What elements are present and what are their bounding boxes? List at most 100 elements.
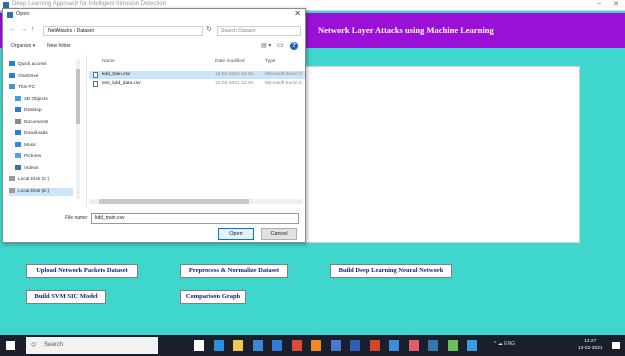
mail-icon[interactable]	[272, 340, 282, 351]
clock[interactable]: 14:27 13-02-2021	[578, 338, 603, 352]
task-view-icon[interactable]	[194, 340, 204, 351]
csv-file-icon	[93, 81, 98, 87]
horizontal-scrollbar[interactable]	[89, 199, 303, 204]
taskbar-search-placeholder: Search	[44, 342, 64, 348]
comparison-graph-button[interactable]: Comparison Graph	[180, 290, 246, 304]
app-icon[interactable]	[389, 340, 399, 351]
column-header-date[interactable]: Date modified	[215, 59, 245, 64]
pictures-icon	[15, 153, 21, 159]
filename-input[interactable]: kdd_train.csv	[91, 213, 299, 224]
photos-icon[interactable]	[408, 340, 419, 351]
new-folder-button[interactable]: New folder	[47, 43, 71, 49]
scrollbar-thumb[interactable]	[99, 199, 249, 204]
desktop-icon	[15, 107, 21, 113]
open-button[interactable]: Open	[218, 228, 254, 240]
help-icon[interactable]: ?	[290, 42, 298, 50]
sidebar-item[interactable]: Quick access	[9, 61, 47, 69]
sidebar-item-label: Pictures	[24, 154, 42, 159]
sidebar-item-label: Quick access	[18, 62, 47, 67]
filename-row: File name: kdd_train.csv	[3, 213, 305, 225]
taskbar-search-input[interactable]: ○ Search	[26, 337, 158, 354]
notification-icon[interactable]	[612, 342, 620, 349]
sidebar-item-label: OneDrive	[18, 73, 39, 79]
file-type: Microsoft Excel C	[265, 81, 303, 86]
file-name: kdd_train.csv	[102, 72, 131, 77]
sidebar-item-label: Local Disk (E:)	[18, 188, 50, 194]
app-window-title: Deep Learning Approach for Intelligent I…	[12, 1, 167, 7]
sidebar-item[interactable]: Downloads	[15, 130, 48, 138]
cube-icon	[15, 95, 21, 101]
up-arrow-icon[interactable]: ↑	[31, 26, 35, 33]
clock-time: 14:27	[584, 339, 597, 344]
column-header-type[interactable]: Type	[265, 59, 275, 64]
sidebar-item[interactable]: 3D Objects	[15, 95, 48, 104]
organize-menu[interactable]: Organize ▾	[11, 43, 35, 49]
build-dnn-button[interactable]: Build Deep Learning Neural Network	[330, 264, 452, 278]
sidebar-item[interactable]: Local Disk (C:)	[9, 176, 49, 184]
firefox-icon[interactable]	[311, 340, 321, 351]
cloud-icon	[9, 72, 15, 78]
preview-pane-icon[interactable]: ▭	[277, 41, 284, 49]
sidebar-item-label: Local Disk (C:)	[18, 177, 50, 182]
dialog-toolbar: Organize ▾ New folder ▤ ▾ ▭ ?	[3, 41, 305, 53]
dialog-title: Open	[16, 11, 30, 17]
search-icon: ○	[31, 339, 37, 349]
computer-icon	[9, 84, 15, 90]
chrome-icon[interactable]	[291, 340, 302, 351]
sidebar-item[interactable]: OneDrive	[9, 72, 39, 81]
windows-start-icon[interactable]	[6, 341, 15, 350]
app-icon[interactable]	[447, 340, 458, 351]
close-icon[interactable]: ✕	[613, 0, 619, 8]
sidebar-item[interactable]: This PC	[9, 84, 35, 92]
app-icon[interactable]	[467, 340, 477, 351]
address-bar[interactable]: NetAttacks › Dataset	[43, 26, 203, 36]
page-title: Network Layer Attacks using Machine Lear…	[318, 25, 494, 35]
word-icon[interactable]	[350, 340, 360, 351]
file-row[interactable]: kdd_train.csv 12-02-2021 12:48 Microsoft…	[89, 71, 305, 79]
upload-dataset-button[interactable]: Upload Network Packets Dataset	[26, 264, 138, 278]
sidebar-item[interactable]: Local Disk (E:)	[9, 187, 73, 196]
edge-icon[interactable]	[213, 340, 224, 351]
forward-arrow-icon[interactable]: →	[20, 26, 27, 33]
cancel-button[interactable]: Cancel	[261, 228, 297, 240]
sidebar-item-label: Desktop	[24, 108, 42, 113]
star-icon	[9, 61, 15, 67]
filename-label: File name:	[65, 215, 89, 221]
view-options-icon[interactable]: ▤ ▾	[261, 42, 271, 49]
file-date: 12-02-2021 12:49	[215, 81, 253, 86]
sidebar-item[interactable]: Music	[15, 141, 37, 150]
sidebar-item[interactable]: Videos	[15, 164, 39, 173]
store-icon[interactable]	[252, 340, 263, 351]
file-date: 12-02-2021 12:48	[215, 72, 253, 77]
dialog-address-row: ← → ↑ NetAttacks › Dataset ↻ Search Data…	[3, 23, 305, 39]
sidebar-item[interactable]: Desktop	[15, 107, 42, 115]
music-icon	[15, 141, 21, 147]
sidebar-item[interactable]: Pictures	[15, 153, 41, 161]
dialog-search-input[interactable]: Search Dataset	[217, 26, 301, 36]
app-icon[interactable]	[330, 340, 341, 351]
file-row[interactable]: test_kdd_data.csv 12-02-2021 12:49 Micro…	[89, 80, 305, 88]
sidebar-scrollbar[interactable]	[76, 59, 80, 199]
minimize-icon[interactable]: –	[597, 0, 601, 7]
disk-icon	[9, 176, 15, 182]
sidebar-item[interactable]: Documents	[15, 118, 48, 127]
build-svm-button[interactable]: Build SVM SIC Model	[26, 290, 106, 304]
file-explorer-icon[interactable]	[233, 340, 243, 351]
taskbar: ○ Search ^ ☁ ENG 14:27 13-02-2021	[0, 335, 625, 356]
file-name: test_kdd_data.csv	[102, 81, 141, 86]
dialog-file-list: Name Date modified Type kdd_train.csv 12…	[89, 55, 305, 189]
sidebar-item-label: This PC	[18, 85, 36, 90]
refresh-icon[interactable]: ↻	[206, 25, 212, 33]
powerpoint-icon[interactable]	[369, 340, 380, 351]
sidebar-item-label: Music	[24, 142, 37, 148]
scrollbar-thumb[interactable]	[76, 69, 80, 124]
dialog-titlebar: Open ✕	[3, 9, 305, 21]
preprocess-dataset-button[interactable]: Preprocess & Normalize Dataset	[180, 264, 288, 278]
system-tray[interactable]: ^ ☁ ENG	[494, 341, 515, 347]
column-header-name[interactable]: Name	[102, 59, 115, 64]
python-icon[interactable]	[428, 340, 438, 351]
back-arrow-icon[interactable]: ←	[9, 26, 16, 33]
clock-date: 13-02-2021	[578, 346, 603, 351]
dialog-close-icon[interactable]: ✕	[294, 9, 301, 18]
videos-icon	[15, 164, 21, 170]
